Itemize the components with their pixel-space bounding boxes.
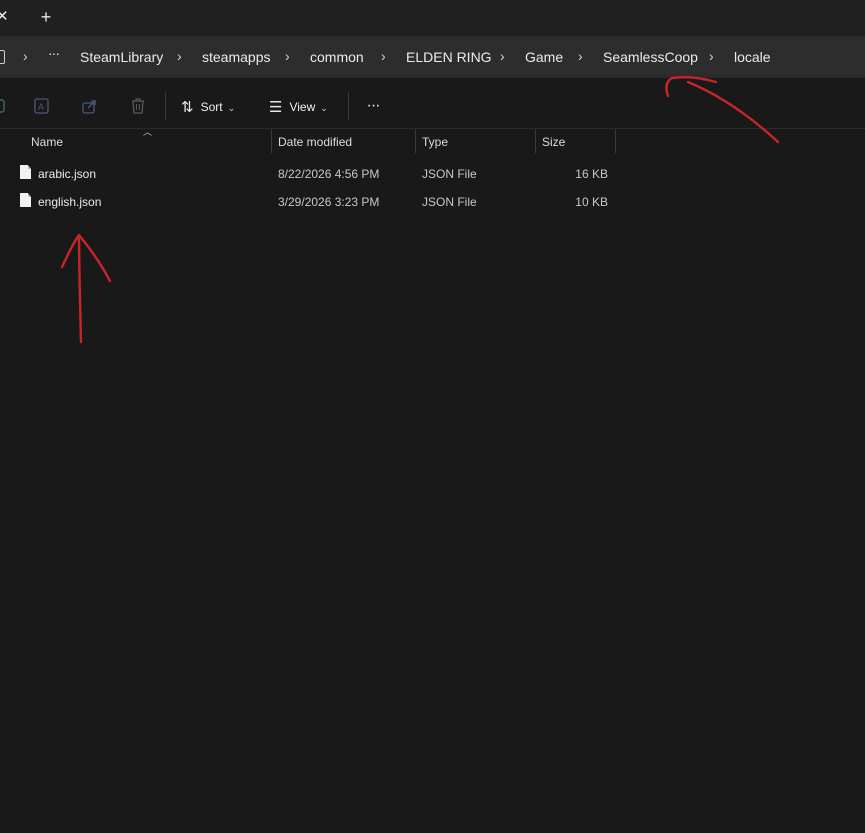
breadcrumb-chevron-icon[interactable]: ›: [500, 48, 505, 64]
column-header-type[interactable]: Type: [422, 135, 448, 149]
view-button[interactable]: ☰ View ⌄: [269, 97, 328, 117]
breadcrumb-item-game[interactable]: Game: [525, 49, 563, 65]
file-size: 16 KB: [575, 167, 608, 181]
column-header-name[interactable]: Name: [31, 135, 63, 149]
annotation-arrow-file: [60, 233, 112, 344]
tab-strip: ✕ +: [0, 0, 865, 36]
file-explorer-window: ✕ + › ··· SteamLibrary › steamapps › com…: [0, 0, 865, 833]
file-icon: [20, 193, 31, 207]
view-label: View: [289, 100, 316, 114]
file-size: 10 KB: [575, 195, 608, 209]
breadcrumb-chevron-icon[interactable]: ›: [578, 48, 583, 64]
breadcrumb-item-steamlibrary[interactable]: SteamLibrary: [80, 49, 163, 65]
column-divider[interactable]: [535, 129, 536, 153]
sort-ascending-icon: ︿: [143, 127, 153, 137]
breadcrumb-chevron-icon[interactable]: ›: [177, 48, 182, 64]
toolbar-divider: [165, 92, 166, 120]
breadcrumb-item-elden-ring[interactable]: ELDEN RING: [406, 49, 492, 65]
column-header-size[interactable]: Size: [542, 135, 565, 149]
delete-icon[interactable]: [128, 97, 148, 115]
sort-icon: ⇅: [181, 99, 194, 116]
svg-text:A: A: [38, 102, 44, 112]
breadcrumb-item-seamlesscoop[interactable]: SeamlessCoop: [603, 49, 698, 65]
close-tab-icon[interactable]: ✕: [0, 7, 14, 27]
file-icon: [20, 165, 31, 179]
breadcrumb-chevron-icon[interactable]: ›: [285, 48, 290, 64]
sort-label: Sort: [200, 100, 223, 114]
new-tab-button[interactable]: +: [37, 7, 55, 27]
chevron-down-icon: ⌄: [227, 103, 236, 113]
rename-icon[interactable]: A: [32, 97, 52, 115]
more-options-button[interactable]: ···: [363, 96, 383, 116]
view-lines-icon: ☰: [269, 99, 283, 116]
breadcrumb-overflow-button[interactable]: ···: [48, 45, 60, 61]
share-icon[interactable]: [80, 97, 100, 115]
this-pc-icon[interactable]: [0, 50, 5, 64]
breadcrumb-item-locale[interactable]: locale: [734, 49, 771, 65]
file-date: 8/22/2026 4:56 PM: [278, 167, 380, 181]
breadcrumb-chevron-icon[interactable]: ›: [381, 48, 386, 64]
breadcrumb-chevron-icon[interactable]: ›: [709, 48, 714, 64]
file-name[interactable]: arabic.json: [38, 166, 96, 182]
column-divider[interactable]: [271, 129, 272, 153]
file-name[interactable]: english.json: [38, 194, 101, 210]
chevron-down-icon: ⌄: [320, 103, 328, 113]
column-divider[interactable]: [415, 129, 416, 153]
breadcrumb-chevron-icon[interactable]: ›: [23, 48, 28, 64]
file-row[interactable]: arabic.json 8/22/2026 4:56 PM JSON File …: [0, 159, 620, 185]
breadcrumb-item-common[interactable]: common: [310, 49, 364, 65]
file-type: JSON File: [422, 167, 477, 181]
file-type: JSON File: [422, 195, 477, 209]
column-header-date-modified[interactable]: Date modified: [278, 135, 352, 149]
file-date: 3/29/2026 3:23 PM: [278, 195, 380, 209]
file-row[interactable]: english.json 3/29/2026 3:23 PM JSON File…: [0, 187, 620, 213]
breadcrumb-item-steamapps[interactable]: steamapps: [202, 49, 270, 65]
copy-icon[interactable]: [0, 97, 10, 115]
toolbar-divider: [348, 92, 349, 120]
column-divider[interactable]: [615, 129, 616, 153]
sort-button[interactable]: ⇅ Sort ⌄: [181, 97, 235, 117]
